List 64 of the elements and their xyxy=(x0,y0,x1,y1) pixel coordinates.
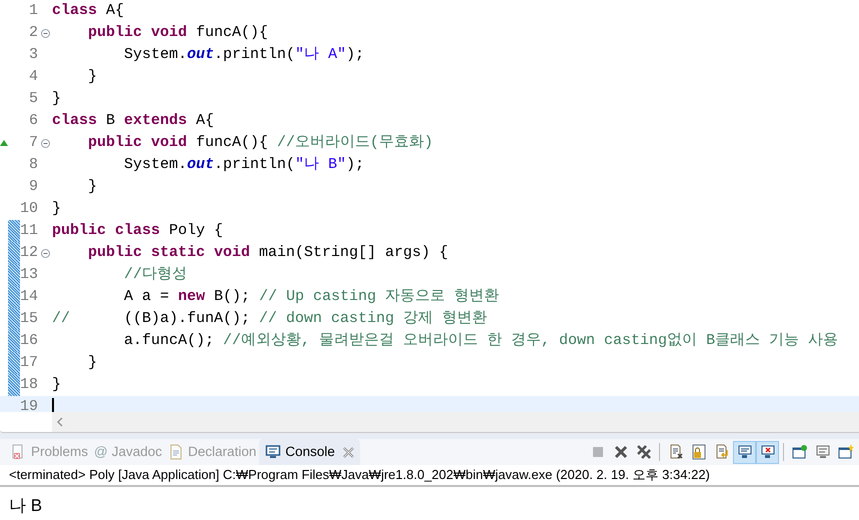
code-line: public static void main(String[] args) { xyxy=(87,243,448,263)
line-number: 1 xyxy=(28,1,38,21)
line-number: 4 xyxy=(28,67,38,87)
horizontal-scrollbar[interactable] xyxy=(52,412,859,432)
code-line: } xyxy=(87,353,98,373)
view-tab[interactable]: Declaration xyxy=(165,439,260,465)
new-window-icon xyxy=(838,444,854,460)
code-line: public void funcA(){ xyxy=(87,23,268,43)
clear-page-icon xyxy=(668,444,684,460)
code-line: class A{ xyxy=(52,1,124,21)
line-number: 14 xyxy=(20,287,38,307)
line-number: 19 xyxy=(20,397,38,412)
code-line: System.out.println("나 B"); xyxy=(123,155,364,175)
monitor-icon xyxy=(265,444,282,460)
document-icon xyxy=(168,444,184,460)
view-tab[interactable]: Console xyxy=(259,439,360,465)
line-number: 5 xyxy=(28,89,38,109)
line-number: 9 xyxy=(28,177,38,197)
line-number: 13 xyxy=(20,265,38,285)
code-line: class B extends A{ xyxy=(52,111,214,131)
text-cursor xyxy=(52,398,54,412)
pin-icon xyxy=(792,444,808,460)
view-tab[interactable]: @ Javadoc xyxy=(91,439,166,465)
line-number: 7 xyxy=(28,133,38,153)
code-line: public class Poly { xyxy=(52,221,224,241)
line-number: 15 xyxy=(20,309,38,329)
code-line: //다형성 xyxy=(123,265,188,285)
line-number: 10 xyxy=(20,199,38,219)
code-line: } xyxy=(87,177,98,197)
line-number: 16 xyxy=(20,331,38,351)
console-output: 나 B xyxy=(9,496,42,515)
line-number: 8 xyxy=(28,155,38,175)
double-cross-icon xyxy=(636,444,652,460)
code-line: System.out.println("나 A"); xyxy=(123,45,364,65)
code-line: } xyxy=(52,375,62,395)
collapse-icon[interactable] xyxy=(40,248,50,258)
close-icon[interactable] xyxy=(342,446,354,458)
code-line: a.funcA(); //예외상황, 물려받은걸 오버라이드 한 경우, down casting없이 B클래스 기능 사용 xyxy=(123,331,838,351)
display-icon xyxy=(814,444,830,460)
line-number: 11 xyxy=(20,221,38,241)
code-line: // ((B)a).funA(); // down casting 강제 형변환 xyxy=(52,309,488,329)
collapse-icon[interactable] xyxy=(40,138,50,148)
line-number: 3 xyxy=(28,45,38,65)
view-tab[interactable]: Problems xyxy=(8,439,92,465)
collapse-icon[interactable] xyxy=(40,28,50,38)
code-line: A a = new B(); // Up casting 자동으로 형변환 xyxy=(123,287,500,307)
line-number: 17 xyxy=(20,353,38,373)
close-icon xyxy=(612,444,628,460)
code-line: public void funcA(){ //오버라이드(무효화) xyxy=(87,133,434,153)
line-number: 6 xyxy=(28,111,38,131)
monitor-button[interactable] xyxy=(733,440,756,464)
line-number: 18 xyxy=(20,375,38,395)
code-line: } xyxy=(52,199,62,219)
monitor-error-icon xyxy=(760,444,776,460)
code-line: } xyxy=(52,89,62,109)
at-sign-icon: @ xyxy=(94,442,108,462)
line-number: 2 xyxy=(28,23,38,43)
wrap-page-icon xyxy=(714,444,730,460)
console-description: <terminated> Poly [Java Application] C:₩Program Files₩Java₩jre1.8.0_202₩bin₩javaw.exe (2020. 2. 19. 오후 3:34:22) xyxy=(9,466,710,484)
monitor-icon xyxy=(736,444,752,460)
code-line: } xyxy=(87,67,98,87)
lock-icon xyxy=(690,444,706,460)
line-number: 12 xyxy=(20,243,38,263)
monitor-error-button[interactable] xyxy=(756,440,779,464)
